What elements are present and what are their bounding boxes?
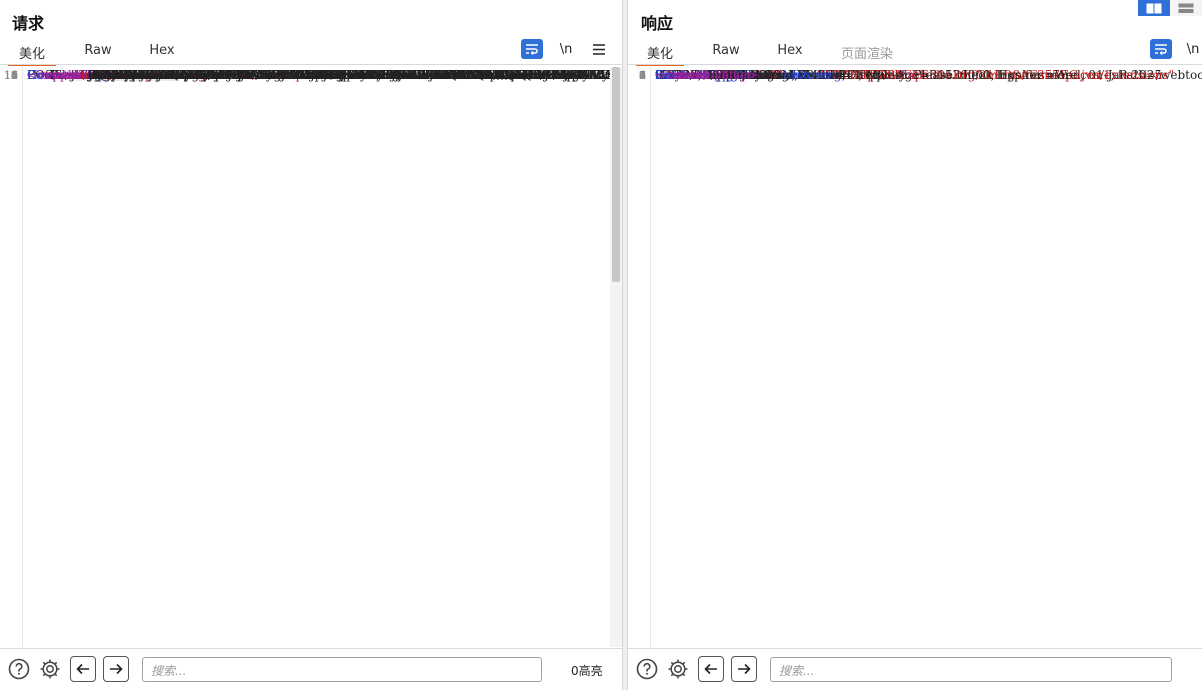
layout-stack-button[interactable] [1170,0,1202,16]
menu-icon [593,43,605,55]
tab-pretty[interactable]: 美化 [8,40,56,66]
newline-toggle-button[interactable]: \n [1182,39,1202,59]
line-number: 16 [4,69,18,82]
wrap-lines-icon [1155,44,1167,55]
response-footer: 搜索... [628,648,1202,690]
help-button[interactable] [635,657,659,681]
arrow-right-icon [738,663,751,675]
tab-hex[interactable]: Hex [768,40,812,64]
previous-match-button[interactable] [698,656,724,682]
layout-split-icon [1146,3,1162,13]
tab-raw[interactable]: Raw [76,40,120,64]
response-title: 响应 [641,14,674,33]
request-footer: 搜索... 0高亮 [0,648,622,690]
help-icon [636,658,658,680]
tab-hex[interactable]: Hex [140,40,184,64]
gutter-divider [22,67,23,647]
previous-match-button[interactable] [70,656,96,682]
line-number: 9 [639,69,646,82]
newline-toggle-button[interactable]: \n [555,39,577,59]
wrap-lines-icon [526,44,538,55]
code-token: bQkv9GRVnZ9s3AgAAeHAAAAACdXIAA1tCrPMX+AY… [27,68,616,82]
response-pane: 响应 美化 Raw Hex 页面渲染 \n 1 HTTP/1.1 200 2 Set-… [628,0,1202,690]
highlight-count: 0高亮 [571,664,603,678]
tabs-separator [0,64,622,65]
request-title: 请求 [12,14,45,33]
layout-split-button[interactable] [1138,0,1170,16]
tab-pretty[interactable]: 美化 [636,40,684,66]
gear-icon [668,659,688,679]
scrollbar-thumb[interactable] [612,67,620,282]
arrow-left-icon [76,663,89,675]
help-button[interactable] [7,657,31,681]
code-text: </value> [655,67,758,85]
wrap-lines-button[interactable] [521,39,543,59]
request-scrollbar[interactable] [610,67,622,647]
next-match-button[interactable] [731,656,757,682]
request-tabs: 美化 Raw Hex [0,40,184,66]
settings-button[interactable] [38,657,62,681]
response-tabs: 美化 Raw Hex 页面渲染 [628,40,900,66]
layout-stack-icon [1178,3,1194,13]
request-pane: 请求 美化 Raw Hex \n 1POST /webtools/control… [0,0,622,690]
gutter-divider [650,67,651,647]
code-token: </value> [700,68,758,82]
settings-button[interactable] [666,657,690,681]
response-editor[interactable]: 1 HTTP/1.1 200 2 Set-Cookie: JSESSIONID=9F8… [628,67,1202,647]
arrow-right-icon [110,663,123,675]
tab-render[interactable]: 页面渲染 [834,40,900,64]
help-icon [8,658,30,680]
menu-button[interactable] [588,39,610,59]
tab-raw[interactable]: Raw [704,40,748,64]
response-search-input[interactable]: 搜索... [770,657,1172,682]
gear-icon [40,659,60,679]
request-search-input[interactable]: 搜索... [142,657,542,682]
layout-toggle [1138,0,1202,16]
request-editor[interactable]: 1POST /webtools/control/xmlrpc HTTP/1.12… [0,67,622,647]
code-text: bQkv9GRVnZ9s3AgAAeHAAAAACdXIAA1tCrPMX+AY… [27,67,615,85]
tabs-separator [628,64,1202,65]
wrap-lines-button[interactable] [1150,39,1172,59]
next-match-button[interactable] [103,656,129,682]
arrow-left-icon [704,663,717,675]
